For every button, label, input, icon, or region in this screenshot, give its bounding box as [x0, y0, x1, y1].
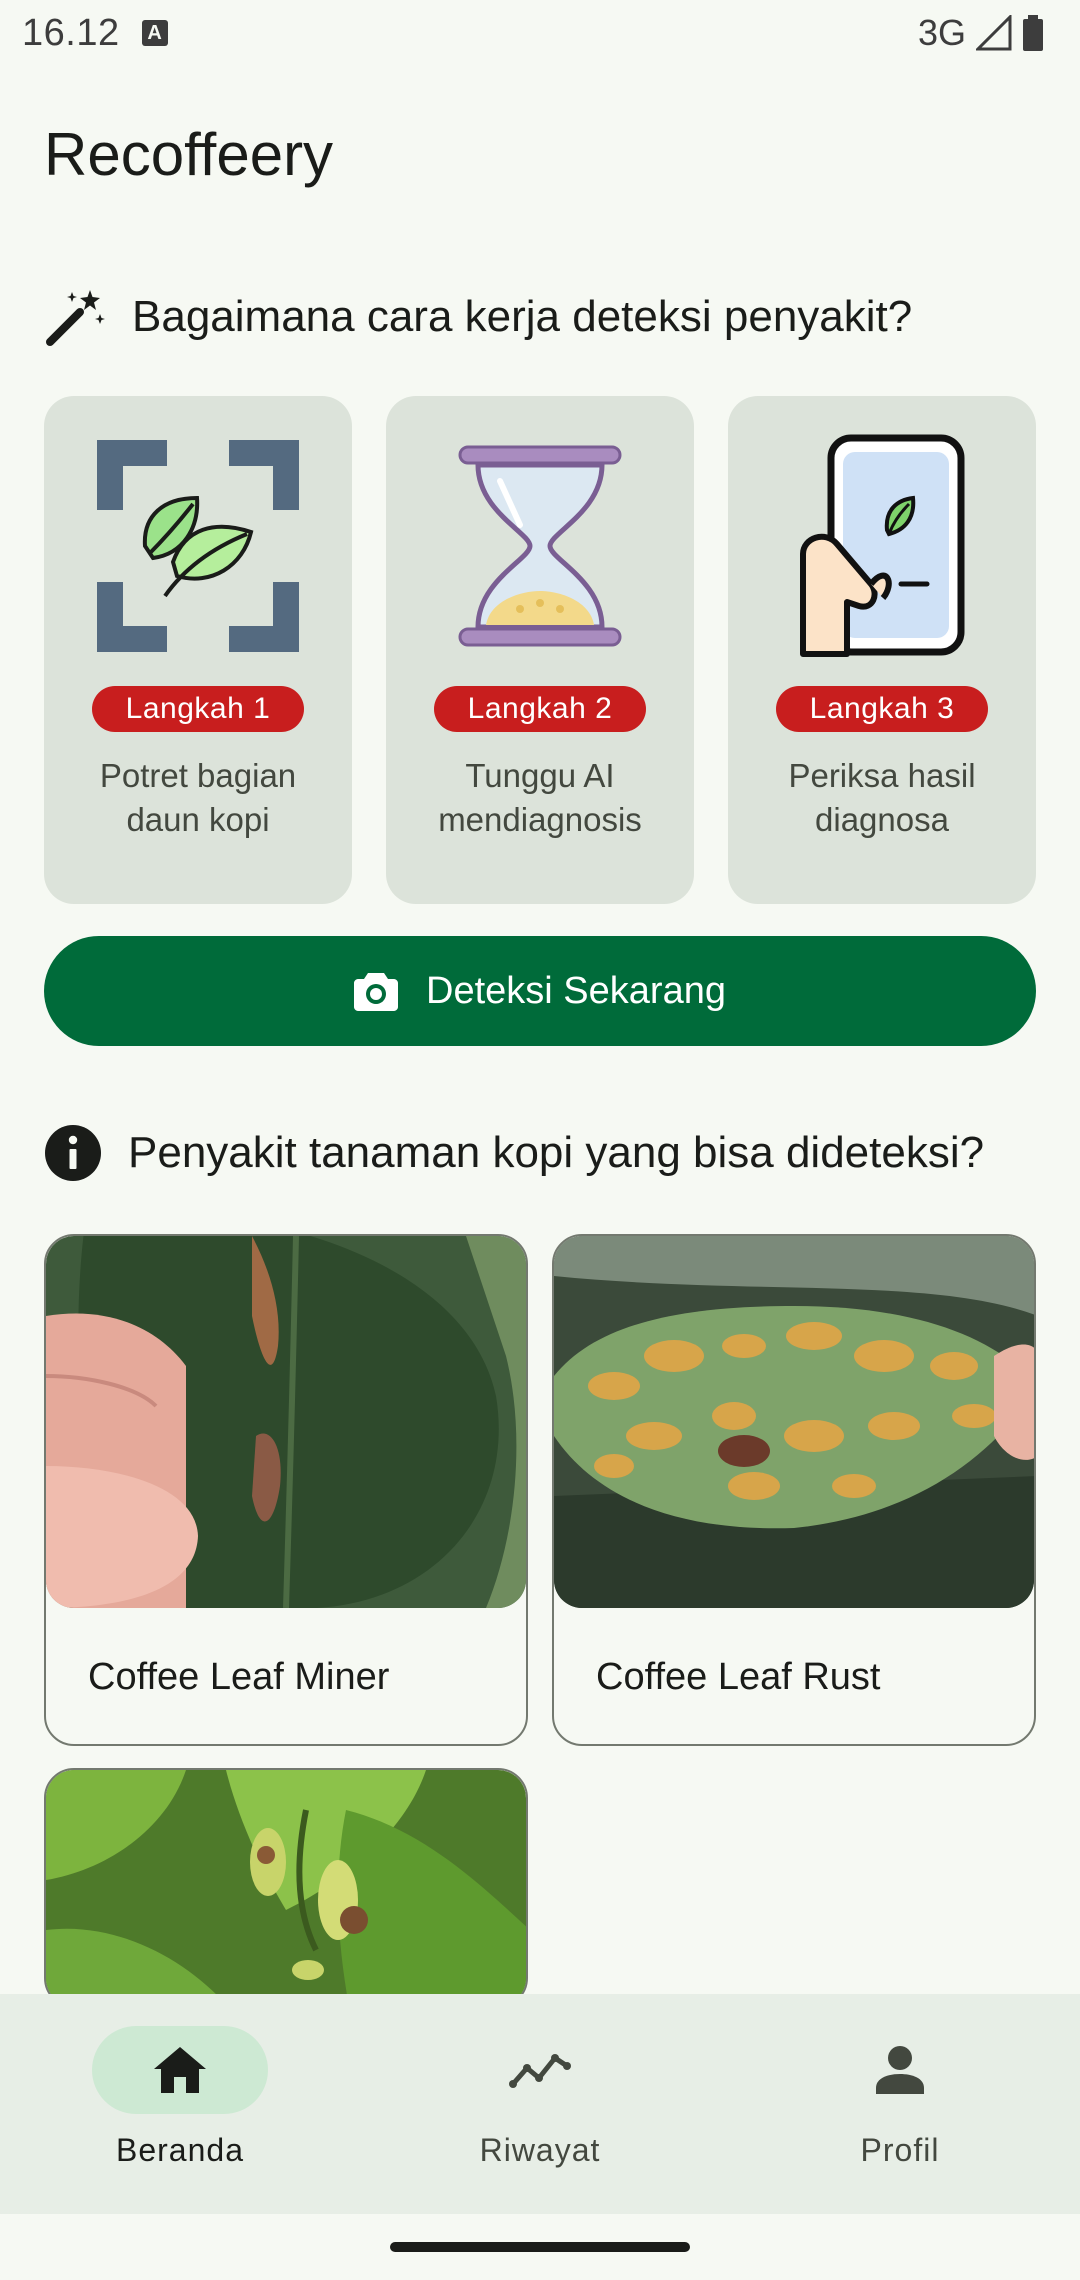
- disease-name-leaf-rust: Coffee Leaf Rust: [596, 1656, 881, 1698]
- disease-name-leaf-miner: Coffee Leaf Miner: [88, 1656, 390, 1698]
- scan-leaf-icon: [88, 436, 308, 656]
- how-it-works-heading-text: Bagaimana cara kerja deteksi penyakit?: [132, 292, 913, 341]
- nav-item-beranda[interactable]: Beranda: [0, 1994, 360, 2214]
- network-type: 3G: [917, 12, 966, 53]
- magic-wand-icon: [46, 290, 105, 346]
- step-badge-2: Langkah 2: [433, 686, 647, 732]
- camera-icon: [354, 973, 399, 1011]
- step-card-2: Langkah 2 Tunggu AI mendiagnosis: [386, 396, 694, 904]
- hourglass-icon: [430, 436, 650, 656]
- detect-now-button[interactable]: Deteksi Sekarang: [44, 936, 1036, 1046]
- nav-item-profil[interactable]: Profil: [720, 1994, 1080, 2214]
- nav-pill-beranda: [92, 2026, 268, 2114]
- trend-icon: [509, 2054, 571, 2088]
- info-icon: [45, 1125, 101, 1181]
- detect-now-label: Deteksi Sekarang: [426, 969, 726, 1012]
- status-left: 16.12 A: [22, 12, 168, 55]
- person-icon: [876, 2046, 924, 2094]
- step-badge-1: Langkah 1: [91, 686, 305, 732]
- steps-row: Langkah 1 Potret bagian daun kopi Langka…: [44, 396, 1036, 904]
- nav-item-riwayat[interactable]: Riwayat: [360, 1994, 720, 2214]
- step-text-2: Tunggu AI mendiagnosis: [438, 757, 642, 838]
- status-right: 3G: [918, 12, 1044, 54]
- status-bar: 16.12 A 3G: [0, 0, 1080, 66]
- disease-photo-3: [46, 1770, 526, 2006]
- step-badge-3: Langkah 3: [775, 686, 989, 732]
- step-text-3: Periksa hasil diagnosa: [788, 757, 976, 838]
- home-icon: [154, 2047, 206, 2093]
- leaf-miner-photo: [46, 1236, 526, 1608]
- app-title: Recoffeery: [44, 121, 334, 188]
- nav-pill-profil: [812, 2026, 988, 2114]
- diseases-heading-text: Penyakit tanaman kopi yang bisa dideteks…: [128, 1128, 985, 1177]
- disease-card-leaf-rust[interactable]: Coffee Leaf Rust: [552, 1234, 1036, 1746]
- nav-label-profil: Profil: [860, 2132, 940, 2168]
- disease-card-leaf-miner[interactable]: Coffee Leaf Miner: [44, 1234, 528, 1746]
- gesture-area: [0, 2214, 1080, 2280]
- step-card-3: Langkah 3 Periksa hasil diagnosa: [728, 396, 1036, 904]
- notification-a-icon: A: [141, 20, 168, 46]
- diseases-heading: Penyakit tanaman kopi yang bisa dideteks…: [44, 1124, 984, 1182]
- step-text-1: Potret bagian daun kopi: [99, 757, 297, 838]
- leaf-rust-photo: [554, 1236, 1034, 1608]
- disease-card-3[interactable]: [44, 1768, 528, 2008]
- signal-icon: [976, 15, 1012, 51]
- nav-label-riwayat: Riwayat: [479, 2132, 601, 2168]
- step-card-1: Langkah 1 Potret bagian daun kopi: [44, 396, 352, 904]
- nav-pill-riwayat: [452, 2026, 628, 2114]
- status-time: 16.12: [22, 11, 120, 54]
- bottom-navigation: Beranda Riwayat Profil: [0, 1994, 1080, 2214]
- how-it-works-heading: Bagaimana cara kerja deteksi penyakit?: [44, 286, 912, 348]
- phone-result-icon: [772, 434, 992, 657]
- nav-label-beranda: Beranda: [116, 2132, 244, 2168]
- battery-icon: [1023, 15, 1043, 51]
- gesture-handle[interactable]: [390, 2242, 690, 2252]
